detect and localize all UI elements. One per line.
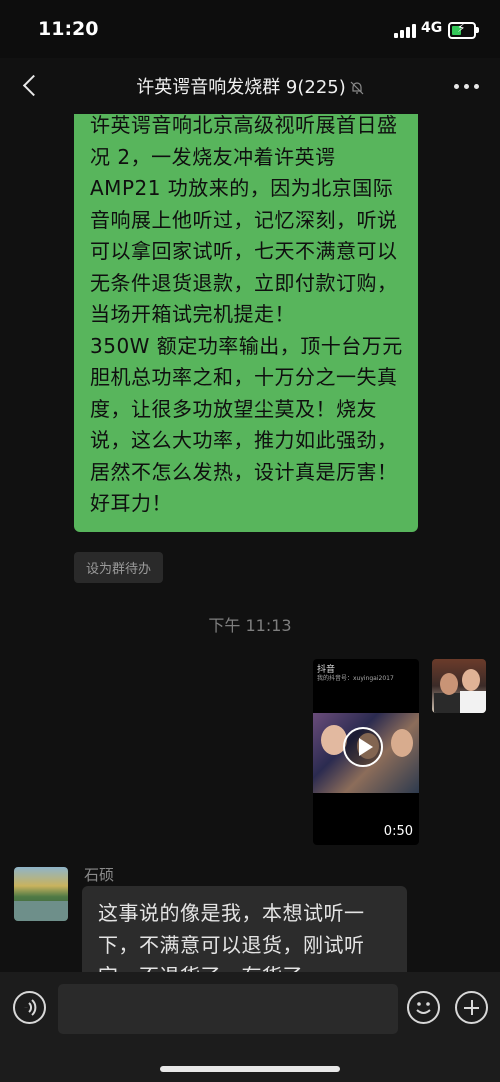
- douyin-account-id: 我的抖音号：xuyingai2017: [317, 675, 394, 682]
- incoming-message-text: 这事说的像是我，本想试听一下，不满意可以退货，刚试听完，不退货了，存货了: [98, 901, 365, 972]
- home-indicator: [160, 1066, 340, 1072]
- my-avatar[interactable]: [432, 659, 486, 713]
- chat-title-text: 许英谔音响发烧群 9(225): [136, 77, 346, 98]
- mute-bell-icon: [350, 81, 364, 95]
- chat-title[interactable]: 许英谔音响发烧群 9(225): [0, 73, 500, 99]
- incoming-message-bubble[interactable]: 这事说的像是我，本想试听一下，不满意可以退货，刚试听完，不退货了，存货了: [82, 886, 407, 972]
- chat-area[interactable]: 许英谔音响北京高级视听展首日盛况 2，一发烧友冲着许英谔 AMP21 功放来的，…: [0, 114, 500, 972]
- battery-tip: [476, 27, 479, 33]
- message-input[interactable]: [58, 984, 398, 1034]
- more-actions-plus-icon[interactable]: [455, 991, 488, 1024]
- outgoing-message-text: 许英谔音响北京高级视听展首日盛况 2，一发烧友冲着许英谔 AMP21 功放来的，…: [90, 114, 403, 515]
- play-icon[interactable]: [343, 727, 383, 767]
- voice-input-icon[interactable]: [13, 991, 46, 1024]
- nav-bar: 许英谔音响发烧群 9(225): [0, 58, 500, 114]
- battery-icon: ⚡: [448, 21, 476, 39]
- input-bar: [0, 972, 500, 1082]
- video-thumbnail: [313, 713, 419, 793]
- more-options-button[interactable]: [452, 76, 482, 96]
- status-bar: 11:20 4G ⚡: [0, 0, 500, 58]
- status-time: 11:20: [38, 18, 99, 40]
- message-timestamp: 下午 11:13: [208, 616, 292, 635]
- set-group-todo-button[interactable]: 设为群待办: [74, 552, 164, 583]
- video-message[interactable]: 抖音 我的抖音号：xuyingai2017 0:50: [313, 659, 419, 845]
- video-duration: 0:50: [383, 824, 413, 839]
- sender-avatar[interactable]: [14, 867, 68, 921]
- network-type: 4G: [421, 20, 443, 36]
- emoji-icon[interactable]: [407, 991, 440, 1024]
- sender-name: 石硕: [84, 866, 115, 884]
- signal-icon: [394, 24, 416, 38]
- outgoing-message-bubble[interactable]: 许英谔音响北京高级视听展首日盛况 2，一发烧友冲着许英谔 AMP21 功放来的，…: [74, 114, 418, 532]
